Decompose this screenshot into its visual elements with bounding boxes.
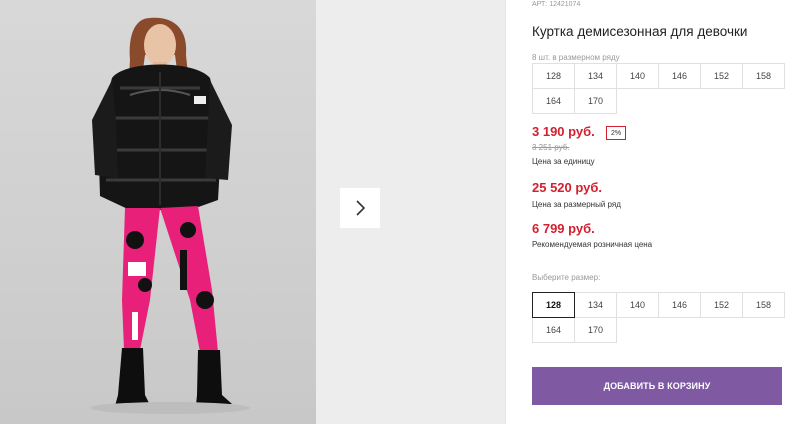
size-option[interactable]: 134 (574, 292, 617, 318)
size-option-selected[interactable]: 128 (532, 292, 575, 318)
article-number: АРТ: 12421074 (532, 1, 581, 8)
product-title: Куртка демисезонная для девочки (532, 24, 748, 39)
discount-badge: 2% (606, 126, 626, 140)
pack-size-cell: 140 (616, 63, 659, 89)
pack-size-cell: 128 (532, 63, 575, 89)
pack-price: 25 520 руб. (532, 180, 603, 195)
unit-price-label: Цена за единицу (532, 157, 595, 166)
product-gallery (0, 0, 505, 424)
size-select-label: Выберите размер: (532, 273, 601, 282)
panel-divider (505, 0, 506, 424)
retail-price: 6 799 руб. (532, 221, 595, 236)
pack-size-cell: 146 (658, 63, 701, 89)
retail-price-label: Рекомендуемая розничная цена (532, 240, 653, 249)
size-option[interactable]: 158 (742, 292, 785, 318)
size-option[interactable]: 170 (574, 317, 617, 343)
pack-size-cell: 170 (574, 88, 617, 114)
product-photo (0, 0, 316, 424)
product-photo-illustration (90, 17, 250, 414)
pack-size-cell: 152 (700, 63, 743, 89)
pack-size-cell: 134 (574, 63, 617, 89)
size-select-grid: 128 134 140 146 152 158 164 170 (532, 292, 785, 343)
pack-size-grid: 128 134 140 146 152 158 164 170 (532, 63, 785, 114)
pack-note: 8 шт. в размерном ряду (532, 53, 620, 62)
add-to-cart-button[interactable]: ДОБАВИТЬ В КОРЗИНУ (532, 367, 782, 405)
size-option[interactable]: 140 (616, 292, 659, 318)
unit-price: 3 190 руб. (532, 124, 595, 139)
pack-size-cell: 164 (532, 88, 575, 114)
pack-price-label: Цена за размерный ряд (532, 200, 621, 209)
gallery-next-button[interactable] (340, 188, 380, 228)
old-price: 3 251 руб. (532, 143, 570, 152)
size-option[interactable]: 146 (658, 292, 701, 318)
chevron-right-icon (356, 200, 366, 216)
size-option[interactable]: 152 (700, 292, 743, 318)
pack-size-cell: 158 (742, 63, 785, 89)
size-option[interactable]: 164 (532, 317, 575, 343)
